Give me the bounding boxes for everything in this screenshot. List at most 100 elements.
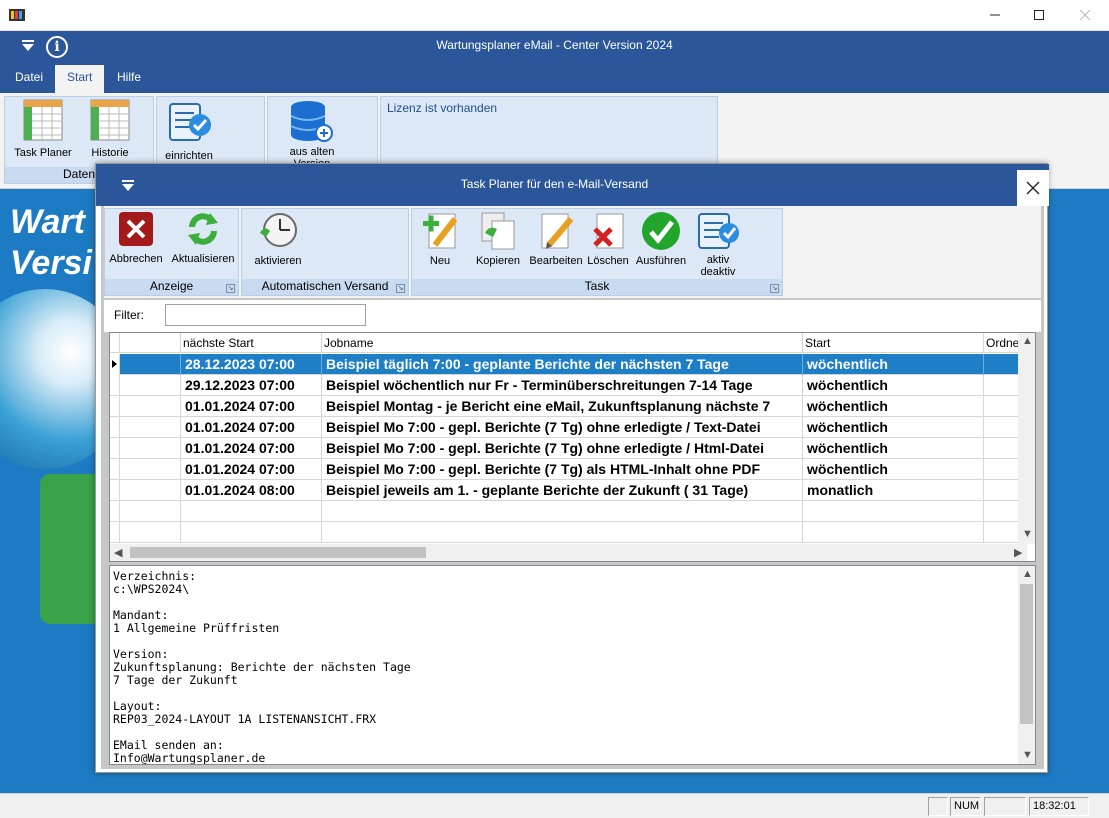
menu-tab-hilfe[interactable]: Hilfe xyxy=(105,65,153,93)
table-row[interactable] xyxy=(110,501,1027,522)
row-header[interactable] xyxy=(110,522,120,543)
minimize-icon xyxy=(990,14,1000,16)
row-header[interactable] xyxy=(110,438,120,459)
cell-jobname[interactable] xyxy=(322,522,803,543)
table-row[interactable]: 01.01.2024 07:00 Beispiel Mo 7:00 - gepl.… xyxy=(110,417,1027,438)
menu-tab-datei[interactable]: Datei xyxy=(3,65,55,93)
cell-naechste-start[interactable]: 28.12.2023 07:00 xyxy=(181,354,322,375)
cell-naechste-start[interactable] xyxy=(181,522,322,543)
aktualisieren-button[interactable]: Aktualisieren xyxy=(169,211,237,265)
cell-start[interactable]: wöchentlich xyxy=(803,438,984,459)
scroll-thumb[interactable] xyxy=(1020,584,1033,724)
cell-blank[interactable] xyxy=(120,396,181,417)
table-row[interactable]: 01.01.2024 07:00 Beispiel Montag - je Ber… xyxy=(110,396,1027,417)
bearbeiten-button[interactable]: Bearbeiten xyxy=(528,211,584,267)
cell-blank[interactable] xyxy=(120,459,181,480)
table-row[interactable]: 01.01.2024 07:00 Beispiel Mo 7:00 - gepl.… xyxy=(110,438,1027,459)
aktiv-deaktiv-button[interactable]: aktiv deaktiv xyxy=(690,211,746,278)
cell-blank[interactable] xyxy=(120,375,181,396)
cell-jobname[interactable]: Beispiel Montag - je Bericht eine eMail,… xyxy=(322,396,803,417)
cell-start[interactable]: wöchentlich xyxy=(803,375,984,396)
cell-blank[interactable] xyxy=(120,438,181,459)
close-window-button[interactable] xyxy=(1062,0,1108,30)
cell-blank[interactable] xyxy=(120,354,181,375)
scroll-down-icon[interactable]: ▼ xyxy=(1022,749,1033,761)
task-planer-button[interactable]: Task Planer xyxy=(9,99,77,159)
scroll-thumb[interactable] xyxy=(130,547,426,558)
table-row[interactable]: 28.12.2023 07:00 Beispiel täglich 7:00 - … xyxy=(110,354,1027,375)
cell-naechste-start[interactable]: 29.12.2023 07:00 xyxy=(181,375,322,396)
row-header[interactable] xyxy=(110,417,120,438)
row-header[interactable] xyxy=(110,354,120,375)
loeschen-button[interactable]: Löschen xyxy=(584,211,632,267)
status-cell-empty xyxy=(984,797,1026,816)
column-header-start[interactable]: Start xyxy=(803,333,984,353)
details-vertical-scrollbar[interactable]: ▲ ▼ xyxy=(1018,566,1035,764)
historie-button[interactable]: Historie xyxy=(79,99,141,159)
row-header[interactable] xyxy=(110,501,120,522)
cell-blank[interactable] xyxy=(120,501,181,522)
table-row[interactable]: 01.01.2024 08:00 Beispiel jeweils am 1. -… xyxy=(110,480,1027,501)
cell-naechste-start[interactable]: 01.01.2024 08:00 xyxy=(181,480,322,501)
einrichten-button[interactable]: einrichten xyxy=(159,101,219,162)
column-header-jobname[interactable]: Jobname xyxy=(322,333,803,353)
aus-alten-version-button[interactable]: aus alten Version xyxy=(276,99,348,170)
cell-jobname[interactable] xyxy=(322,501,803,522)
cell-start[interactable] xyxy=(803,522,984,543)
abbrechen-button[interactable]: Abbrechen xyxy=(106,211,166,265)
row-header[interactable] xyxy=(110,480,120,501)
group-launcher-icon[interactable]: ↘ xyxy=(396,284,405,293)
maximize-icon xyxy=(1034,10,1044,20)
kopieren-button[interactable]: Kopieren xyxy=(470,211,526,267)
cell-blank[interactable] xyxy=(120,522,181,543)
minimize-button[interactable] xyxy=(972,0,1018,30)
table-row[interactable] xyxy=(110,522,1027,543)
filter-input[interactable] xyxy=(165,304,366,326)
grid-vertical-scrollbar[interactable]: ▲ ▼ xyxy=(1018,333,1035,544)
cell-start[interactable]: wöchentlich xyxy=(803,354,984,375)
cell-blank[interactable] xyxy=(120,417,181,438)
column-header-blank[interactable] xyxy=(120,333,181,353)
cell-jobname[interactable]: Beispiel Mo 7:00 - gepl. Berichte (7 Tg)… xyxy=(322,438,803,459)
group-launcher-icon[interactable]: ↘ xyxy=(226,284,235,293)
row-header[interactable] xyxy=(110,459,120,480)
job-details[interactable]: Verzeichnis: c:\WPS2024\ Mandant: 1 Allg… xyxy=(109,565,1036,765)
cell-jobname[interactable]: Beispiel Mo 7:00 - gepl. Berichte (7 Tg)… xyxy=(322,417,803,438)
cell-start[interactable]: wöchentlich xyxy=(803,417,984,438)
cell-start[interactable] xyxy=(803,501,984,522)
scroll-right-icon[interactable]: ▶ xyxy=(1014,546,1022,559)
table-row[interactable]: 29.12.2023 07:00 Beispiel wöchentlich nur… xyxy=(110,375,1027,396)
column-header-naechste-start[interactable]: nächste Start xyxy=(181,333,322,353)
cell-jobname[interactable]: Beispiel täglich 7:00 - geplante Bericht… xyxy=(322,354,803,375)
scroll-up-icon[interactable]: ▲ xyxy=(1022,568,1033,580)
cell-jobname[interactable]: Beispiel jeweils am 1. - geplante Berich… xyxy=(322,480,803,501)
group-launcher-icon[interactable]: ↘ xyxy=(770,284,779,293)
aktivieren-button[interactable]: aktivieren xyxy=(248,211,308,267)
aktiv-deaktiv-label: aktiv deaktiv xyxy=(700,254,736,278)
cell-naechste-start[interactable]: 01.01.2024 07:00 xyxy=(181,417,322,438)
cell-naechste-start[interactable] xyxy=(181,501,322,522)
table-row[interactable]: 01.01.2024 07:00 Beispiel Mo 7:00 - gepl.… xyxy=(110,459,1027,480)
scroll-up-icon[interactable]: ▲ xyxy=(1022,335,1033,347)
cell-naechste-start[interactable]: 01.01.2024 07:00 xyxy=(181,459,322,480)
row-header[interactable] xyxy=(110,375,120,396)
cell-start[interactable]: wöchentlich xyxy=(803,459,984,480)
cell-naechste-start[interactable]: 01.01.2024 07:00 xyxy=(181,438,322,459)
dialog-close-button[interactable] xyxy=(1017,170,1049,206)
cell-start[interactable]: wöchentlich xyxy=(803,396,984,417)
neu-button[interactable]: Neu xyxy=(414,211,466,267)
cell-blank[interactable] xyxy=(120,480,181,501)
group-label-anzeige: Anzeige xyxy=(105,279,238,295)
row-header[interactable] xyxy=(110,396,120,417)
cell-jobname[interactable]: Beispiel wöchentlich nur Fr - Terminüber… xyxy=(322,375,803,396)
cell-start[interactable]: monatlich xyxy=(803,480,984,501)
cell-jobname[interactable]: Beispiel Mo 7:00 - gepl. Berichte (7 Tg)… xyxy=(322,459,803,480)
cell-naechste-start[interactable]: 01.01.2024 07:00 xyxy=(181,396,322,417)
scroll-down-icon[interactable]: ▼ xyxy=(1022,528,1033,540)
scroll-left-icon[interactable]: ◀ xyxy=(114,546,122,559)
ribbon-group-automatischen-versand: aktivieren Automatischen Versand ↘ xyxy=(241,208,409,296)
maximize-button[interactable] xyxy=(1016,0,1062,30)
menu-tab-start[interactable]: Start xyxy=(55,65,105,93)
grid-horizontal-scrollbar[interactable]: ◀ ▶ xyxy=(110,544,1027,561)
ausfuehren-button[interactable]: Ausführen xyxy=(634,211,688,267)
